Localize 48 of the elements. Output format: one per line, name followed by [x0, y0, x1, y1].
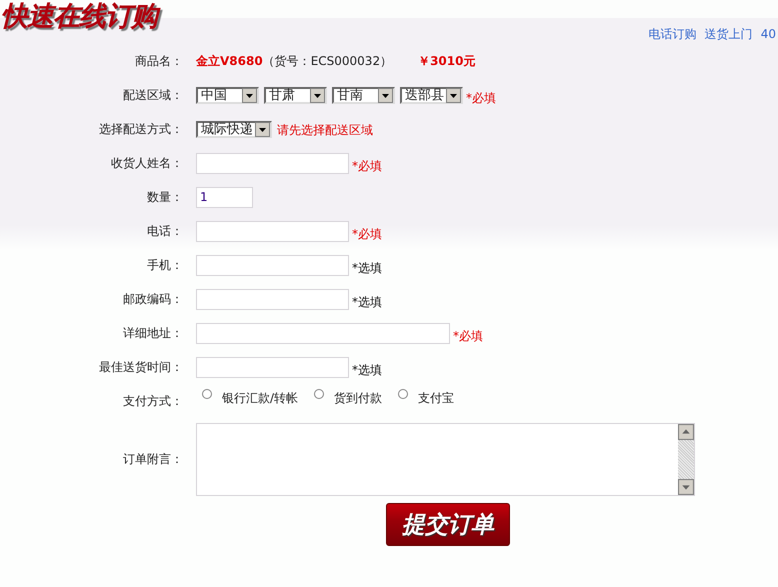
dropdown[interactable]: 甘南: [332, 86, 395, 104]
scrollbar[interactable]: [678, 424, 694, 495]
hint-text: *必填: [466, 90, 496, 106]
input-field[interactable]: [196, 152, 349, 174]
hint-text: *选填: [352, 260, 382, 276]
input-field[interactable]: [196, 356, 349, 378]
field-label: 商品名：: [134, 53, 183, 70]
hint-text: *必填: [352, 226, 382, 242]
field-label: 配送区域：: [122, 87, 183, 104]
radio-label: 银行汇款/转帐: [222, 390, 298, 407]
field-label: 最佳送货时间：: [98, 359, 183, 376]
product-name: 金立V8680: [196, 52, 263, 70]
input-field[interactable]: [196, 288, 349, 310]
field-label: 收货人姓名：: [110, 155, 183, 172]
submit-order-button[interactable]: 提交订单: [386, 503, 510, 546]
scroll-up-icon[interactable]: [678, 424, 694, 440]
warning-text: 请先选择配送区域: [277, 122, 373, 138]
input-field[interactable]: 1: [196, 186, 253, 208]
scroll-down-icon[interactable]: [678, 479, 694, 495]
header-link[interactable]: 40: [760, 26, 776, 44]
field-label: 选择配送方式：: [98, 121, 183, 138]
radio-button[interactable]: [398, 389, 408, 399]
hint-text: *必填: [352, 158, 382, 174]
dropdown[interactable]: 城际快递: [196, 120, 272, 138]
field-label: 电话：: [146, 223, 183, 240]
input-field[interactable]: [196, 220, 349, 242]
field-label: 数量：: [146, 189, 183, 206]
input-field[interactable]: [196, 322, 450, 344]
field-label: 邮政编码：: [122, 291, 183, 308]
field-label: 详细地址：: [122, 325, 183, 342]
header-link[interactable]: 送货上门: [704, 26, 753, 44]
hint-text: *选填: [352, 362, 382, 378]
dropdown[interactable]: 中国: [196, 86, 259, 104]
radio-button[interactable]: [202, 389, 212, 399]
product-code: （货号：ECS000032）: [262, 52, 392, 70]
product-price: ￥3010元: [418, 52, 476, 70]
hint-text: *选填: [352, 294, 382, 310]
field-label: 支付方式：: [122, 393, 183, 410]
radio-label: 货到付款: [334, 390, 382, 407]
hint-text: *必填: [453, 328, 483, 344]
header-link[interactable]: 电话订购: [648, 26, 697, 44]
field-label: 手机：: [146, 257, 183, 274]
dropdown[interactable]: 甘肃: [264, 86, 327, 104]
dropdown[interactable]: 迭部县: [400, 86, 463, 104]
input-field[interactable]: [196, 254, 349, 276]
radio-label: 支付宝: [418, 390, 454, 407]
radio-button[interactable]: [314, 389, 324, 399]
field-label: 订单附言：: [122, 451, 183, 468]
